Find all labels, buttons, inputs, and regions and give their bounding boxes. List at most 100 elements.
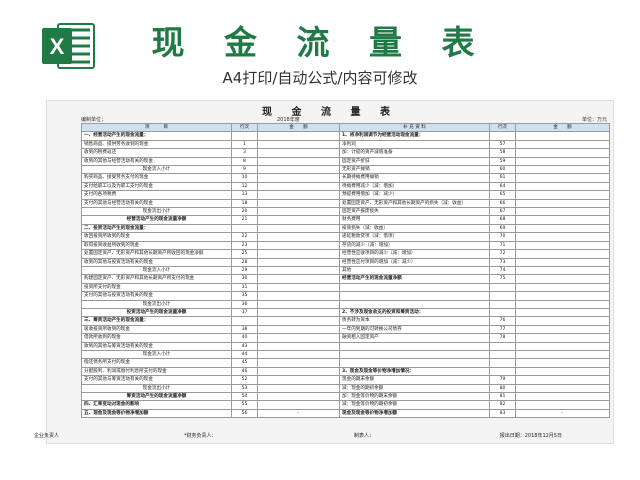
page-title: 现 金 流 量 表	[151, 23, 489, 62]
left-item: 收到的其他与投资活动有关的现金	[81, 257, 232, 267]
left-line-no: 10	[231, 173, 258, 183]
left-line-no: 37	[231, 307, 258, 318]
left-amount	[257, 240, 340, 251]
table-row: 五、现金及现金等价物净增加额 56- 现金及现金等价物净增加额 83-	[81, 408, 610, 419]
left-item: 筹资活动产生的现金流量净额	[81, 391, 232, 402]
right-amount	[515, 307, 610, 318]
left-line-no: 28	[231, 257, 258, 267]
right-amount	[515, 207, 610, 217]
right-amount	[515, 181, 610, 192]
left-amount	[257, 131, 340, 141]
table-row: 支付的其他与投资活动有关的现金 35	[81, 291, 610, 301]
right-line-no	[489, 341, 516, 351]
right-item: 3、现金及现金等价物净增加情况：	[339, 366, 490, 377]
table-row: 筹资活动产生的现金流量净额 54 加：现金等价物的期末余额 81	[81, 391, 610, 402]
left-line-no: 23	[231, 240, 258, 251]
left-item: 一、经营活动产生的现金流量：	[81, 131, 232, 141]
right-line-no: 69	[489, 223, 516, 234]
left-amount	[257, 349, 340, 360]
right-line-no	[489, 291, 516, 301]
right-item	[339, 358, 490, 368]
right-item: 长期待摊费用摊销	[339, 173, 490, 183]
right-amount	[515, 299, 610, 309]
left-item: 购买商品、接受劳务支付的现金	[81, 173, 232, 183]
left-item: 支付的其他与筹资活动有关的现金	[81, 375, 232, 385]
left-amount	[257, 282, 340, 293]
right-item: 经营性应付项目的增加（减：减少）	[339, 257, 490, 267]
table-row: 偿还债务所支付的现金 45	[81, 358, 610, 368]
left-line-no	[231, 316, 258, 326]
left-item: 现金流出小计	[81, 299, 232, 309]
right-amount	[515, 358, 610, 368]
right-amount	[515, 341, 610, 351]
left-item: 偿还债务所支付的现金	[81, 358, 232, 368]
table-row: 购建固定资产、无形资产和其他长期资产所支付的现金 30 经营活动产生的现金流量净额 7…	[81, 274, 610, 284]
right-amount	[515, 333, 610, 343]
table-row: 投资所支付的现金 31	[81, 282, 610, 293]
left-item: 吸收投资所收到的现金	[81, 324, 232, 335]
table-row: 二、投资活动产生的现金流量： 投资损失（减：收益） 69	[81, 223, 610, 234]
right-item: 加：现金等价物的期末余额	[339, 391, 490, 402]
left-line-no: 20	[231, 207, 258, 217]
left-line-no: 40	[231, 333, 258, 343]
left-amount	[257, 307, 340, 318]
table-row: 现金流出小计 20 固定资产报废损失 67	[81, 207, 610, 217]
right-item: 加：计提的资产减值准备	[339, 148, 490, 158]
right-item	[339, 341, 490, 351]
right-amount	[515, 366, 610, 377]
left-amount	[257, 366, 340, 377]
left-amount	[257, 333, 340, 343]
banner: X 现 金 流 量 表 A4打印/自动公式/内容可修改	[0, 0, 640, 96]
right-line-no: 75	[489, 274, 516, 284]
left-item: 五、现金及现金等价物净增加额	[81, 408, 232, 419]
left-amount	[257, 341, 340, 351]
left-item: 支付给职工以及为职工支付的现金	[81, 181, 232, 192]
table-row: 投资活动产生的现金流量净额 37 2、不涉及现金收支的投资和筹资活动：	[81, 307, 610, 318]
table-row: 收到的其他与筹资活动有关的现金 43	[81, 341, 610, 351]
left-amount	[257, 375, 340, 385]
right-amount	[515, 223, 610, 234]
left-amount	[257, 198, 340, 209]
left-line-no: 54	[231, 391, 258, 402]
left-amount	[257, 291, 340, 301]
right-line-no: 80	[489, 383, 516, 394]
left-amount	[257, 400, 340, 410]
right-line-no: 65	[489, 190, 516, 200]
left-line-no: 44	[231, 349, 258, 360]
left-item: 支付的其他与投资活动有关的现金	[81, 291, 232, 301]
spreadsheet-preview: 现 金 流 量 表 编制单位： 2018年度 单位：万元 项 目行次金 额补 充…	[46, 100, 614, 444]
left-item: 借款所收到的现金	[81, 333, 232, 343]
left-line-no: 12	[231, 181, 258, 192]
left-item: 收到的税费返还	[81, 148, 232, 158]
right-item: 预提费用增加（减：减少）	[339, 190, 490, 200]
left-item: 收到的其他与经营活动有关的现金	[81, 156, 232, 167]
right-line-no: 67	[489, 207, 516, 217]
right-amount	[515, 400, 610, 410]
left-line-no: 36	[231, 299, 258, 309]
left-item: 收回投资所收到的现金	[81, 232, 232, 242]
left-item: 销售商品、提供劳务收到的现金	[81, 139, 232, 150]
left-line-no: 30	[231, 274, 258, 284]
right-amount	[515, 139, 610, 150]
left-item: 收到的其他与筹资活动有关的现金	[81, 341, 232, 351]
unit-label: 编制单位：	[81, 117, 107, 123]
left-line-no: 35	[231, 291, 258, 301]
left-amount	[257, 215, 340, 225]
right-amount	[515, 249, 610, 259]
right-line-no: 64	[489, 181, 516, 192]
left-line-no: 55	[231, 400, 258, 410]
right-amount	[515, 232, 610, 242]
right-item: 存货的减少（减：增加）	[339, 240, 490, 251]
left-item: 现金流出小计	[81, 207, 232, 217]
right-amount	[515, 131, 610, 141]
right-line-no: 83	[489, 408, 516, 419]
right-line-no: 66	[489, 198, 516, 209]
right-item: 投资损失（减：收益）	[339, 223, 490, 234]
table-row: 支付的各项税费 13 预提费用增加（减：减少） 65	[81, 190, 610, 200]
table-row: 现金流出小计 53 减：现金的期初余额 80	[81, 383, 610, 394]
left-line-no: 52	[231, 375, 258, 385]
left-item: 分配股利、利润或偿付利息所支付的现金	[81, 366, 232, 377]
left-amount	[257, 232, 340, 242]
right-line-no: 78	[489, 333, 516, 343]
right-line-no: 79	[489, 375, 516, 385]
